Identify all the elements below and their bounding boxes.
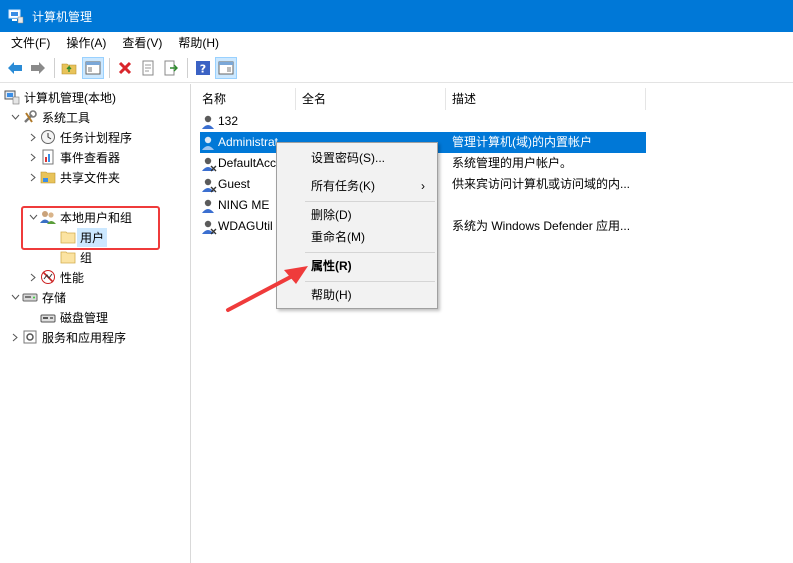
menu-action[interactable]: 操作(A) [58,32,114,54]
up-folder-button[interactable] [59,57,81,79]
storage-icon [22,289,38,305]
user-icon [201,177,217,193]
properties-button[interactable] [137,57,159,79]
annotation-highlight-box [21,206,160,250]
svg-text:?: ? [200,63,206,76]
user-icon [201,198,217,214]
event-log-icon [40,149,56,165]
menu-item-delete[interactable]: 删除(D) [279,204,435,226]
window-title: 计算机管理 [32,9,93,24]
user-icon [201,135,217,151]
tree-item-task-scheduler[interactable]: 任务计划程序 [26,127,132,147]
column-header-description[interactable]: 描述 [446,88,646,110]
show-hide-tree-button[interactable] [82,57,104,79]
tree-item-performance[interactable]: 性能 [26,267,84,287]
toolbar-separator [109,58,110,78]
help-icon: ? [196,61,210,76]
console-tree-icon [85,61,101,75]
services-icon [22,329,38,345]
console-tree: 计算机管理(本地) 系统工具 任务计划程序 事件查看器 共享文件夹 本地用户和组… [0,84,191,563]
forward-button[interactable] [27,57,49,79]
disk-management-icon [40,309,56,325]
tree-item-services-apps[interactable]: 服务和应用程序 [8,327,126,347]
arrow-left-icon [8,62,22,74]
folder-icon [60,249,76,265]
tree-item-system-tools[interactable]: 系统工具 [8,107,90,127]
chevron-right-icon[interactable] [26,127,40,147]
menu-separator [305,252,435,253]
tree-item-root[interactable]: 计算机管理(本地) [4,87,116,107]
delete-button[interactable] [114,57,136,79]
menu-help[interactable]: 帮助(H) [170,32,227,54]
computer-management-icon [8,8,24,24]
tree-item-shared-folders[interactable]: 共享文件夹 [26,167,120,187]
menu-item-all-tasks[interactable]: 所有任务(K) › [279,175,435,197]
chevron-right-icon[interactable] [26,167,40,187]
computer-management-icon [4,89,20,105]
user-icon [201,114,217,130]
menu-view[interactable]: 查看(V) [114,32,170,54]
performance-icon [40,269,56,285]
chevron-down-icon[interactable] [8,287,22,307]
properties-icon [142,60,154,76]
tree-item-groups[interactable]: 组 [60,247,92,267]
help-button[interactable]: ? [192,57,214,79]
back-button[interactable] [4,57,26,79]
menu-item-help[interactable]: 帮助(H) [279,284,435,306]
chevron-right-icon[interactable] [26,267,40,287]
list-item[interactable]: 132 [196,111,793,132]
shared-folder-icon [40,169,56,185]
arrow-right-icon [31,62,45,74]
menu-item-properties[interactable]: 属性(R) [279,255,435,277]
chevron-down-icon[interactable] [8,107,22,127]
user-icon [201,219,217,235]
action-pane-icon [218,61,234,75]
list-header: 名称 全名 描述 [196,88,793,110]
chevron-right-icon[interactable] [8,327,22,347]
clock-icon [40,129,56,145]
menu-item-rename[interactable]: 重命名(M) [279,226,435,248]
delete-x-icon [118,61,132,75]
column-header-full-name[interactable]: 全名 [296,88,446,110]
menu-item-all-tasks-label: 所有任务(K) [311,179,375,193]
tree-item-disk-management[interactable]: 磁盘管理 [40,307,108,327]
tree-item-event-viewer[interactable]: 事件查看器 [26,147,120,167]
export-list-button[interactable] [160,57,182,79]
context-menu: 设置密码(S)... 所有任务(K) › 删除(D) 重命名(M) 属性(R) … [276,142,438,309]
chevron-right-icon: › [421,179,425,193]
chevron-right-icon[interactable] [26,147,40,167]
user-icon [201,156,217,172]
folder-up-icon [61,63,77,75]
menu-item-set-password[interactable]: 设置密码(S)... [279,147,435,169]
column-header-name[interactable]: 名称 [196,88,296,110]
action-pane-button[interactable] [215,57,237,79]
export-icon [164,60,178,76]
title-bar: 计算机管理 [0,0,793,32]
tree-item-storage[interactable]: 存储 [8,287,66,307]
toolbar: ? [0,54,793,83]
toolbar-separator [187,58,188,78]
menu-separator [305,281,435,282]
menu-bar: 文件(F) 操作(A) 查看(V) 帮助(H) [0,32,793,54]
menu-separator [305,201,435,202]
menu-file[interactable]: 文件(F) [3,32,58,54]
tools-icon [22,109,38,125]
toolbar-separator [54,58,55,78]
